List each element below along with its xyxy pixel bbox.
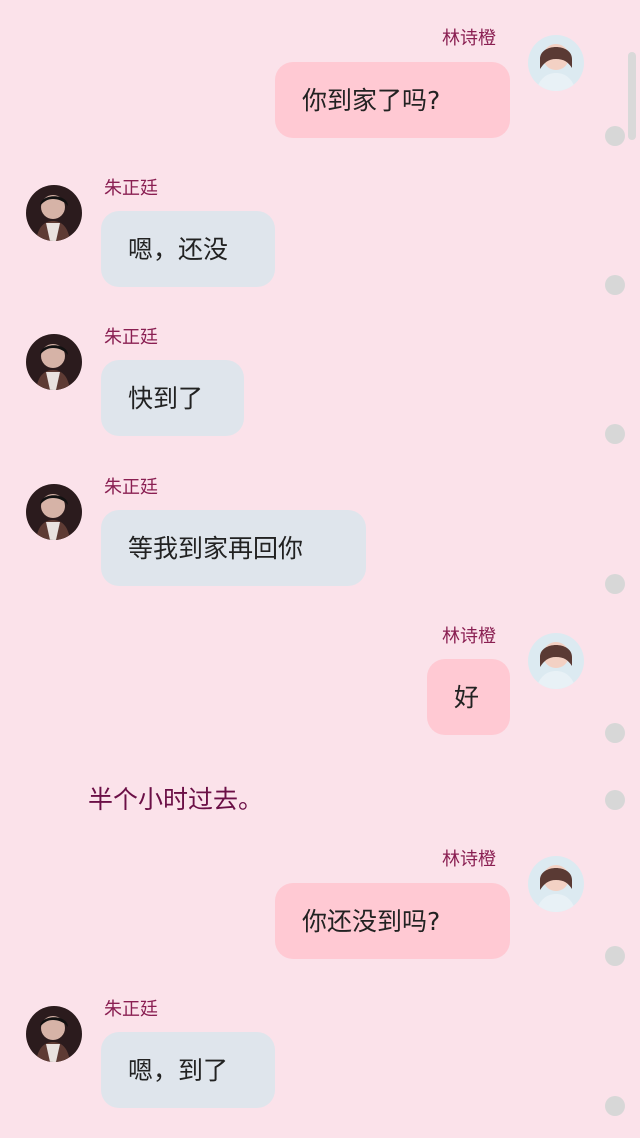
message-text: 你到家了吗? bbox=[302, 85, 441, 115]
message-bubble[interactable]: 好 bbox=[427, 659, 510, 735]
message-text: 快到了 bbox=[128, 383, 204, 413]
indicator-dot-icon[interactable] bbox=[605, 126, 625, 146]
chat-thread: 林诗橙 你到家了吗? 朱正廷 嗯，还没 朱正廷 快到了 朱正廷 等我到家再回你 … bbox=[0, 0, 640, 1138]
narration-text: 半个小时过去。 bbox=[88, 785, 264, 814]
female-avatar-icon[interactable] bbox=[528, 35, 584, 91]
message-text: 好 bbox=[454, 682, 480, 712]
sender-name: 朱正廷 bbox=[104, 327, 158, 348]
scrollbar[interactable] bbox=[628, 52, 636, 140]
indicator-dot-icon[interactable] bbox=[605, 275, 625, 295]
female-avatar-icon[interactable] bbox=[528, 856, 584, 912]
sender-name: 林诗橙 bbox=[442, 626, 496, 647]
message-bubble[interactable]: 快到了 bbox=[101, 360, 244, 436]
sender-name: 朱正廷 bbox=[104, 477, 158, 498]
male-avatar-icon[interactable] bbox=[26, 1006, 82, 1062]
male-avatar-icon[interactable] bbox=[26, 484, 82, 540]
sender-name: 林诗橙 bbox=[442, 849, 496, 870]
indicator-dot-icon[interactable] bbox=[605, 574, 625, 594]
message-text: 你还没到吗? bbox=[302, 906, 441, 936]
message-bubble[interactable]: 嗯，还没 bbox=[101, 211, 275, 287]
female-avatar-icon[interactable] bbox=[528, 633, 584, 689]
sender-name: 朱正廷 bbox=[104, 178, 158, 199]
indicator-dot-icon[interactable] bbox=[605, 790, 625, 810]
indicator-dot-icon[interactable] bbox=[605, 1096, 625, 1116]
indicator-dot-icon[interactable] bbox=[605, 424, 625, 444]
message-text: 等我到家再回你 bbox=[128, 533, 304, 563]
male-avatar-icon[interactable] bbox=[26, 334, 82, 390]
message-text: 嗯，到了 bbox=[128, 1055, 229, 1085]
message-bubble[interactable]: 你到家了吗? bbox=[275, 62, 510, 138]
message-bubble[interactable]: 等我到家再回你 bbox=[101, 510, 366, 586]
indicator-dot-icon[interactable] bbox=[605, 723, 625, 743]
male-avatar-icon[interactable] bbox=[26, 185, 82, 241]
sender-name: 朱正廷 bbox=[104, 999, 158, 1020]
message-bubble[interactable]: 你还没到吗? bbox=[275, 883, 510, 959]
indicator-dot-icon[interactable] bbox=[605, 946, 625, 966]
message-text: 嗯，还没 bbox=[128, 234, 229, 264]
sender-name: 林诗橙 bbox=[442, 28, 496, 49]
message-bubble[interactable]: 嗯，到了 bbox=[101, 1032, 275, 1108]
